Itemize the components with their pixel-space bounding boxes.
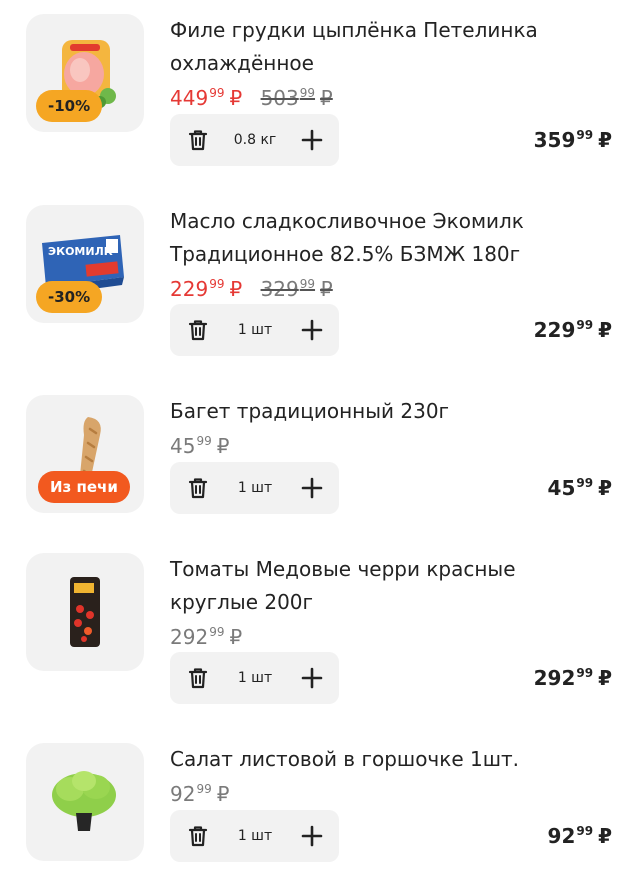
product-title[interactable]: Багет традиционный 230г — [170, 395, 590, 428]
product-image[interactable] — [26, 553, 144, 671]
from-oven-badge: Из печи — [38, 471, 130, 503]
sale-price: 44999 ₽ — [170, 86, 243, 110]
quantity-value: 0.8 кг — [233, 132, 277, 148]
price-row: 22999 ₽ 32999 ₽ — [170, 271, 345, 302]
item-total: 29299 ₽ — [533, 666, 612, 690]
product-title[interactable]: Филе грудки цыплёнка Петелинка охлаждённ… — [170, 14, 590, 80]
plus-icon[interactable] — [300, 666, 324, 690]
product-title[interactable]: Масло сладкосливочное Экомилк Традиционн… — [170, 205, 590, 271]
discount-badge: -30% — [36, 281, 103, 313]
trash-icon[interactable] — [184, 316, 212, 344]
trash-icon[interactable] — [184, 126, 212, 154]
quantity-stepper: 0.8 кг — [170, 114, 339, 166]
item-total: 35999 ₽ — [533, 128, 612, 152]
lettuce-pot-image — [52, 771, 116, 831]
item-total: 22999 ₽ — [533, 318, 612, 342]
trash-icon[interactable] — [184, 474, 212, 502]
price-row: 4599 ₽ — [170, 428, 241, 459]
discount-badge: -10% — [36, 90, 103, 122]
cherry-tomatoes-package-image — [70, 577, 100, 647]
quantity-value: 1 шт — [237, 670, 273, 686]
quantity-stepper: 1 шт — [170, 462, 339, 514]
product-image[interactable]: -10% — [26, 14, 144, 132]
price-row: 29299 ₽ — [170, 619, 254, 650]
price: 29299 ₽ — [170, 625, 243, 649]
svg-text:ЭКОМИЛК: ЭКОМИЛК — [48, 245, 113, 258]
product-image[interactable]: Из печи — [26, 395, 144, 513]
price-row: 9299 ₽ — [170, 776, 241, 807]
quantity-value: 1 шт — [237, 480, 273, 496]
quantity-stepper: 1 шт — [170, 810, 339, 862]
item-total: 9299 ₽ — [547, 824, 612, 848]
plus-icon[interactable] — [300, 824, 324, 848]
price: 9299 ₽ — [170, 782, 230, 806]
quantity-value: 1 шт — [237, 322, 273, 338]
plus-icon[interactable] — [300, 318, 324, 342]
old-price: 50399 ₽ — [260, 86, 333, 110]
product-image[interactable] — [26, 743, 144, 861]
item-total: 4599 ₽ — [547, 476, 612, 500]
trash-icon[interactable] — [184, 822, 212, 850]
old-price: 32999 ₽ — [260, 277, 333, 301]
plus-icon[interactable] — [300, 128, 324, 152]
price-row: 44999 ₽ 50399 ₽ — [170, 80, 345, 111]
quantity-stepper: 1 шт — [170, 652, 339, 704]
plus-icon[interactable] — [300, 476, 324, 500]
product-title[interactable]: Томаты Медовые черри красные круглые 200… — [170, 553, 590, 619]
price: 4599 ₽ — [170, 434, 230, 458]
quantity-value: 1 шт — [237, 828, 273, 844]
trash-icon[interactable] — [184, 664, 212, 692]
product-image[interactable]: ЭКОМИЛК -30% — [26, 205, 144, 323]
quantity-stepper: 1 шт — [170, 304, 339, 356]
sale-price: 22999 ₽ — [170, 277, 243, 301]
product-title[interactable]: Салат листовой в горшочке 1шт. — [170, 743, 590, 776]
